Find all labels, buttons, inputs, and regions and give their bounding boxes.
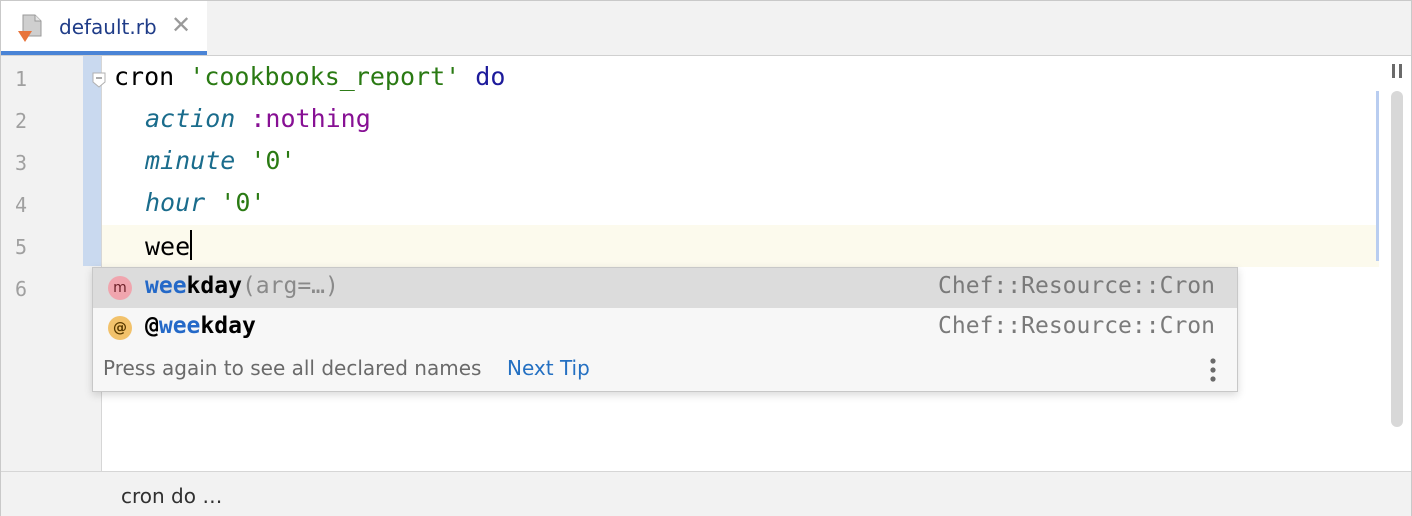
code-line-3: minute '0' (145, 146, 296, 175)
code-method: minute (145, 146, 236, 175)
code-method: hour (145, 188, 206, 217)
completion-popup: m weekday(arg=…) Chef::Resource::Cron @ … (92, 267, 1238, 392)
completion-item-weekday-method[interactable]: m weekday(arg=…) Chef::Resource::Cron (93, 268, 1237, 308)
scroll-change-marker (1376, 91, 1379, 261)
completion-type: Chef::Resource::Cron (938, 273, 1215, 299)
code-token: wee (145, 232, 191, 261)
close-tab-icon[interactable]: ✕ (171, 13, 191, 37)
tab-default-rb[interactable]: default.rb ✕ (1, 1, 207, 55)
editor-window: default.rb ✕ 1 2 3 4 5 6 cron 'cookbooks… (0, 0, 1412, 516)
next-tip-link[interactable]: Next Tip (507, 356, 590, 380)
line-number: 3 (14, 151, 28, 175)
method-badge-icon: m (108, 276, 132, 300)
completion-match: wee (145, 273, 187, 299)
line-number: 6 (14, 277, 28, 301)
code-string: '0' (250, 146, 296, 175)
code-string: '0' (220, 188, 266, 217)
code-string: 'cookbooks_report' (189, 62, 461, 91)
vertical-scrollbar[interactable] (1391, 91, 1403, 427)
code-line-2: action :nothing (145, 104, 371, 133)
code-symbol: :nothing (250, 104, 371, 133)
completion-item-weekday-variable[interactable]: @ @weekday Chef::Resource::Cron (93, 308, 1237, 348)
pause-icon[interactable] (1390, 63, 1404, 79)
more-options-icon[interactable] (1203, 356, 1223, 384)
code-token: cron (114, 62, 190, 91)
line-gutter[interactable]: 1 2 3 4 5 6 (1, 56, 106, 471)
current-line-highlight (1, 225, 1379, 267)
line-number: 5 (14, 235, 28, 259)
line-number: 1 (14, 67, 28, 91)
line-number: 4 (14, 193, 28, 217)
fold-icon[interactable] (92, 72, 106, 88)
breadcrumb-bar: cron do … (1, 471, 1411, 516)
code-keyword: do (475, 62, 506, 91)
ruby-chef-file-icon (18, 14, 42, 42)
instance-variable-badge-icon: @ (108, 316, 132, 340)
tab-label: default.rb (59, 15, 157, 39)
completion-name: @weekday (145, 313, 256, 339)
completion-rest: kday (186, 273, 242, 299)
completion-rest: kday (200, 313, 256, 339)
completion-prefix: @ (145, 313, 159, 339)
breadcrumb-item[interactable]: cron do … (121, 484, 222, 508)
code-line-1: cron 'cookbooks_report' do (114, 62, 505, 91)
tab-bar: default.rb ✕ (1, 1, 1411, 56)
code-method: action (145, 104, 236, 133)
code-line-5: wee (145, 230, 193, 261)
line-number: 2 (14, 109, 28, 133)
completion-name: weekday(arg=…) (145, 273, 339, 299)
completion-tip: Press again to see all declared names (103, 356, 482, 380)
completion-match: wee (158, 313, 201, 339)
completion-args: (arg=…) (241, 273, 339, 299)
completion-type: Chef::Resource::Cron (938, 313, 1215, 339)
active-tab-indicator (1, 51, 207, 55)
code-line-4: hour '0' (145, 188, 265, 217)
text-caret (190, 230, 193, 260)
